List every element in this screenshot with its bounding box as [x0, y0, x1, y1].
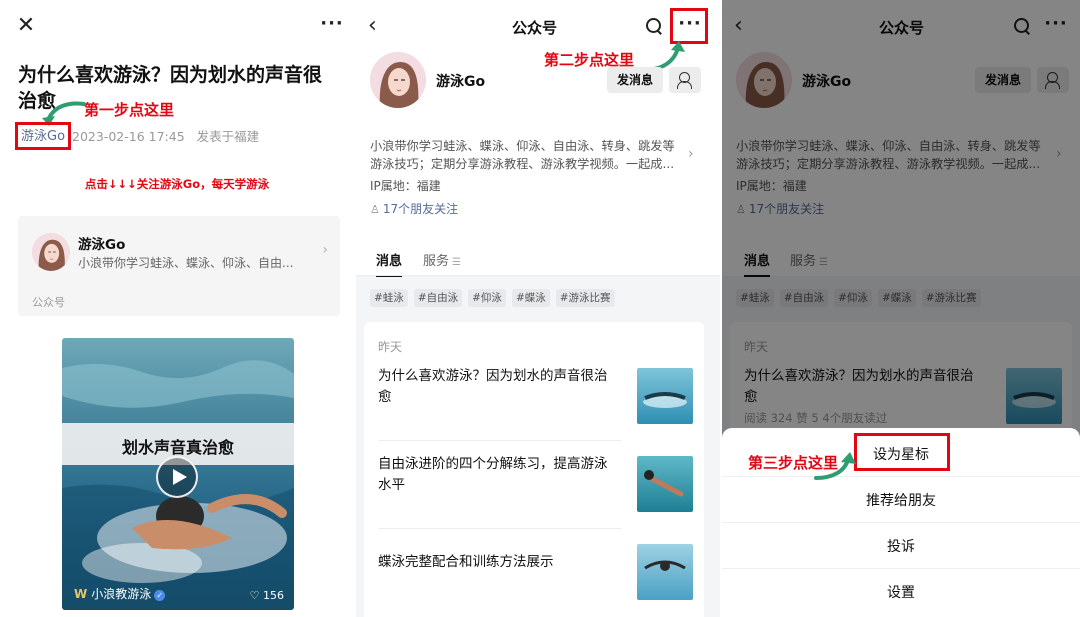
list-item[interactable]: 蝶泳完整配合和训练方法展示: [378, 544, 694, 604]
account-card[interactable]: 游泳Go 小浪带你学习蛙泳、蝶泳、仰泳、自由... › 公众号: [18, 216, 340, 316]
video-card[interactable]: 划水声音真治愈 W 小浪教游泳 ✓ ♡ 156: [62, 338, 294, 610]
video-author: W 小浪教游泳 ✓: [74, 585, 166, 602]
tag[interactable]: #自由泳: [413, 289, 463, 307]
search-icon[interactable]: [644, 16, 664, 36]
step3-arrow-icon: [814, 452, 856, 480]
account-bio: 小浪带你学习蛙泳、蝶泳、仰泳、自由泳、转身、跳发等游泳技巧；定期分享游泳教程、游…: [370, 139, 675, 171]
friends-following[interactable]: ♙ 17个朋友关注: [370, 200, 458, 217]
tag[interactable]: #蝶泳: [511, 289, 550, 307]
article-feed-card: 昨天 为什么喜欢游泳？因为划水的声音很治愈 自由泳进阶的四个分解练习，提高游泳水…: [364, 322, 704, 617]
channels-logo-icon: W: [74, 587, 88, 601]
close-icon[interactable]: ✕: [14, 14, 38, 38]
tag-list: #蛙泳 #自由泳 #仰泳 #蝶泳 #游泳比赛: [370, 286, 621, 307]
card-type: 公众号: [32, 296, 65, 309]
user-icon[interactable]: [669, 67, 701, 93]
back-icon[interactable]: ‹: [368, 14, 377, 38]
card-description: 小浪带你学习蛙泳、蝶泳、仰泳、自由...: [78, 256, 294, 270]
play-icon[interactable]: [156, 456, 198, 498]
feed-date: 昨天: [378, 340, 403, 354]
tag[interactable]: #游泳比赛: [555, 289, 615, 307]
article-title: 自由泳进阶的四个分解练习，提高游泳水平: [378, 456, 608, 493]
profile-menu-panel: ‹ 公众号 ··· 游泳Go 发消息 小浪带你学习蛙泳、蝶泳、仰泳、自由泳、转身…: [722, 0, 1080, 617]
settings-button[interactable]: 设置: [722, 582, 1080, 602]
friends-following-text: 17个朋友关注: [382, 202, 459, 216]
tag[interactable]: #仰泳: [468, 289, 506, 307]
verified-icon: ✓: [154, 590, 166, 601]
list-item[interactable]: 为什么喜欢游泳？因为划水的声音很治愈: [378, 366, 694, 426]
list-item[interactable]: 自由泳进阶的四个分解练习，提高游泳水平: [378, 454, 694, 514]
tag[interactable]: #蛙泳: [370, 289, 408, 307]
chevron-right-icon: ›: [322, 242, 328, 258]
avatar[interactable]: [370, 52, 426, 108]
menu-icon: ☰: [452, 257, 461, 268]
avatar: [32, 233, 70, 271]
publish-location: 发表于福建: [196, 129, 260, 144]
send-message-button[interactable]: 发消息: [607, 67, 663, 93]
publish-date: 2023-02-16 17:45: [72, 129, 185, 144]
video-likes[interactable]: ♡ 156: [250, 589, 284, 602]
video-author-name: 小浪教游泳: [91, 587, 152, 601]
star-highlight-box: [854, 433, 950, 471]
person-icon: ♙: [370, 203, 380, 216]
article-title: 为什么喜欢游泳？因为划水的声音很治愈: [378, 368, 608, 405]
ip-location: IP属地：福建: [370, 179, 441, 193]
nav-title: 公众号: [512, 19, 558, 37]
article-thumbnail: [637, 544, 693, 600]
tab-services[interactable]: 服务 ☰: [423, 250, 461, 269]
article-thumbnail: [637, 368, 693, 424]
tab-messages[interactable]: 消息: [376, 250, 403, 277]
tab-services-label: 服务: [423, 254, 450, 269]
more-icon[interactable]: ···: [318, 14, 346, 38]
article-thumbnail: [637, 456, 693, 512]
author-link[interactable]: 游泳Go: [15, 122, 72, 150]
card-name: 游泳Go: [78, 237, 126, 253]
report-button[interactable]: 投诉: [722, 536, 1080, 556]
heart-icon: ♡: [249, 589, 260, 602]
follow-prompt: 点击↓↓↓关注游泳Go，每天学游泳: [84, 177, 270, 191]
recommend-to-friend-button[interactable]: 推荐给朋友: [722, 490, 1080, 510]
likes-count: 156: [263, 589, 284, 602]
article-title: 蝶泳完整配合和训练方法展示: [378, 554, 554, 570]
chevron-right-icon[interactable]: ›: [688, 146, 694, 162]
more-highlight-box: [670, 8, 708, 44]
article-meta: 2023-02-16 17:45 发表于福建: [72, 126, 267, 145]
video-title: 划水声音真治愈: [121, 438, 234, 457]
step1-annotation: 第一步点这里: [84, 101, 175, 119]
account-name: 游泳Go: [436, 74, 486, 90]
profile-panel: ‹ 公众号 ··· 第二步点这里 游泳Go 发消息 小浪带你学习蛙泳、蝶泳、仰泳…: [356, 0, 720, 617]
article-panel: ✕ ··· 为什么喜欢游泳？因为划水的声音很治愈 第一步点这里 游泳Go 202…: [0, 0, 354, 617]
